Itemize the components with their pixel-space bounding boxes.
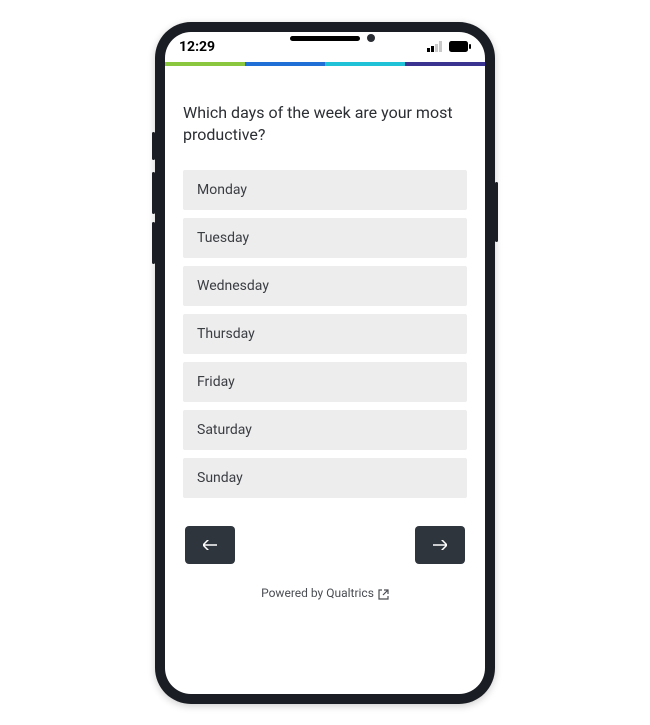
status-right xyxy=(427,41,471,52)
survey-content: Which days of the week are your most pro… xyxy=(165,66,485,694)
option-monday[interactable]: Monday xyxy=(183,170,467,210)
option-friday[interactable]: Friday xyxy=(183,362,467,402)
battery-icon xyxy=(449,41,471,52)
footer-link[interactable]: Powered by Qualtrics xyxy=(183,564,467,610)
side-button xyxy=(152,222,155,264)
nav-row xyxy=(183,526,467,564)
question-text: Which days of the week are your most pro… xyxy=(183,102,467,147)
side-button xyxy=(495,182,498,242)
screen: 12:29 xyxy=(165,32,485,694)
next-button[interactable] xyxy=(415,526,465,564)
phone-speaker xyxy=(290,36,360,41)
side-button xyxy=(152,172,155,214)
arrow-left-icon xyxy=(203,540,217,550)
external-link-icon xyxy=(378,586,389,600)
phone-camera xyxy=(367,34,375,42)
phone-frame: 12:29 xyxy=(155,22,495,704)
side-button xyxy=(152,132,155,160)
option-sunday[interactable]: Sunday xyxy=(183,458,467,498)
option-saturday[interactable]: Saturday xyxy=(183,410,467,450)
option-thursday[interactable]: Thursday xyxy=(183,314,467,354)
back-button[interactable] xyxy=(185,526,235,564)
arrow-right-icon xyxy=(433,540,447,550)
option-wednesday[interactable]: Wednesday xyxy=(183,266,467,306)
option-tuesday[interactable]: Tuesday xyxy=(183,218,467,258)
options-list: Monday Tuesday Wednesday Thursday Friday… xyxy=(183,170,467,498)
status-time: 12:29 xyxy=(179,39,215,55)
signal-icon xyxy=(427,41,443,52)
footer-text: Powered by Qualtrics xyxy=(261,586,374,600)
